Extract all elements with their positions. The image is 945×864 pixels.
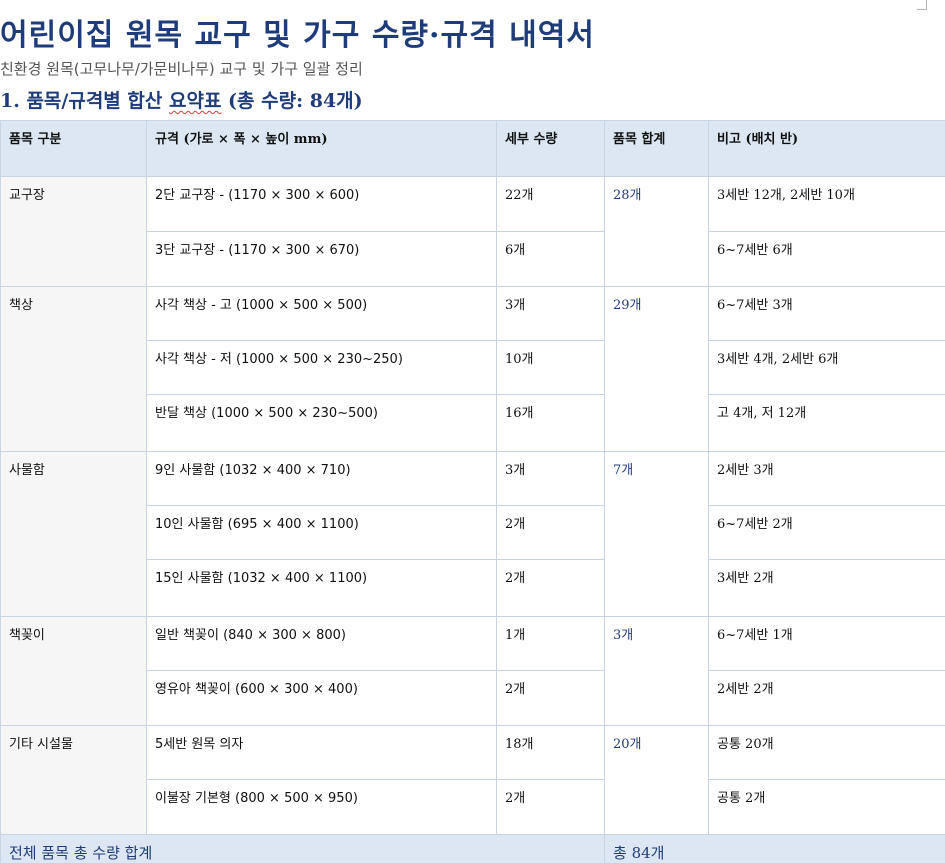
- spec-cell: 사각 책상 - 저 (1000 × 500 × 230~250): [147, 341, 497, 395]
- group-total-cell: 29개: [605, 287, 709, 452]
- table-row: 책상 사각 책상 - 고 (1000 × 500 × 500) 3개 29개 6…: [1, 287, 945, 341]
- table-row: 교구장 2단 교구장 - (1170 × 300 × 600) 22개 28개 …: [1, 177, 945, 232]
- footer-label: 전체 품목 총 수량 합계: [1, 835, 605, 864]
- group-total-cell: 3개: [605, 617, 709, 726]
- note-cell: 6~7세반 1개: [709, 617, 945, 671]
- qty-cell: 1개: [497, 617, 605, 671]
- spec-cell: 5세반 원목 의자: [147, 726, 497, 780]
- note-cell: 공통 2개: [709, 780, 945, 835]
- note-cell: 2세반 2개: [709, 671, 945, 726]
- spec-cell: 2단 교구장 - (1170 × 300 × 600): [147, 177, 497, 232]
- header-category: 품목 구분: [1, 121, 147, 177]
- category-cell: 기타 시설물: [1, 726, 147, 835]
- qty-cell: 2개: [497, 560, 605, 617]
- spec-cell: 3단 교구장 - (1170 × 300 × 670): [147, 232, 497, 287]
- category-cell: 교구장: [1, 177, 147, 287]
- table-row: 기타 시설물 5세반 원목 의자 18개 20개 공통 20개: [1, 726, 945, 780]
- spec-cell: 15인 사물함 (1032 × 400 × 1100): [147, 560, 497, 617]
- category-cell: 사물함: [1, 452, 147, 617]
- qty-cell: 18개: [497, 726, 605, 780]
- summary-table: 품목 구분 규격 (가로 × 폭 × 높이 mm) 세부 수량 품목 합계 비고…: [0, 120, 945, 864]
- note-cell: 고 4개, 저 12개: [709, 395, 945, 452]
- qty-cell: 3개: [497, 452, 605, 506]
- qty-cell: 2개: [497, 780, 605, 835]
- note-cell: 3세반 4개, 2세반 6개: [709, 341, 945, 395]
- note-cell: 공통 20개: [709, 726, 945, 780]
- note-cell: 6~7세반 6개: [709, 232, 945, 287]
- qty-cell: 6개: [497, 232, 605, 287]
- qty-cell: 10개: [497, 341, 605, 395]
- category-cell: 책상: [1, 287, 147, 452]
- table-row: 책꽂이 일반 책꽂이 (840 × 300 × 800) 1개 3개 6~7세반…: [1, 617, 945, 671]
- header-note: 비고 (배치 반): [709, 121, 945, 177]
- note-cell: 6~7세반 3개: [709, 287, 945, 341]
- note-cell: 2세반 3개: [709, 452, 945, 506]
- qty-cell: 2개: [497, 506, 605, 560]
- spec-cell: 일반 책꽂이 (840 × 300 × 800): [147, 617, 497, 671]
- spec-cell: 10인 사물함 (695 × 400 × 1100): [147, 506, 497, 560]
- group-total-cell: 7개: [605, 452, 709, 617]
- spec-cell: 반달 책상 (1000 × 500 × 230~500): [147, 395, 497, 452]
- note-cell: 6~7세반 2개: [709, 506, 945, 560]
- qty-cell: 22개: [497, 177, 605, 232]
- section-heading: 1. 품목/규격별 합산 요약표 (총 수량: 84개): [0, 86, 363, 113]
- spec-cell: 9인 사물함 (1032 × 400 × 710): [147, 452, 497, 506]
- group-total-cell: 28개: [605, 177, 709, 287]
- footer-total: 총 84개: [605, 835, 945, 864]
- header-spec: 규격 (가로 × 폭 × 높이 mm): [147, 121, 497, 177]
- table-footer-row: 전체 품목 총 수량 합계 총 84개: [1, 835, 945, 864]
- spec-cell: 영유아 책꽂이 (600 × 300 × 400): [147, 671, 497, 726]
- table-header-row: 품목 구분 규격 (가로 × 폭 × 높이 mm) 세부 수량 품목 합계 비고…: [1, 121, 945, 177]
- section-heading-suffix: (총 수량: 84개): [221, 90, 362, 112]
- header-qty: 세부 수량: [497, 121, 605, 177]
- note-cell: 3세반 12개, 2세반 10개: [709, 177, 945, 232]
- page-corner-mark: [917, 0, 927, 10]
- header-total: 품목 합계: [605, 121, 709, 177]
- qty-cell: 3개: [497, 287, 605, 341]
- document-title: 어린이집 원목 교구 및 가구 수량·규격 내역서: [0, 10, 595, 54]
- group-total-cell: 20개: [605, 726, 709, 835]
- category-cell: 책꽂이: [1, 617, 147, 726]
- document-subtitle: 친환경 원목(고무나무/가문비나무) 교구 및 가구 일괄 정리: [0, 58, 363, 79]
- section-heading-prefix: 1. 품목/규격별 합산: [0, 90, 169, 112]
- note-cell: 3세반 2개: [709, 560, 945, 617]
- qty-cell: 16개: [497, 395, 605, 452]
- spec-cell: 사각 책상 - 고 (1000 × 500 × 500): [147, 287, 497, 341]
- qty-cell: 2개: [497, 671, 605, 726]
- spec-cell: 이불장 기본형 (800 × 500 × 950): [147, 780, 497, 835]
- table-row: 사물함 9인 사물함 (1032 × 400 × 710) 3개 7개 2세반 …: [1, 452, 945, 506]
- section-heading-underlined: 요약표: [169, 90, 221, 112]
